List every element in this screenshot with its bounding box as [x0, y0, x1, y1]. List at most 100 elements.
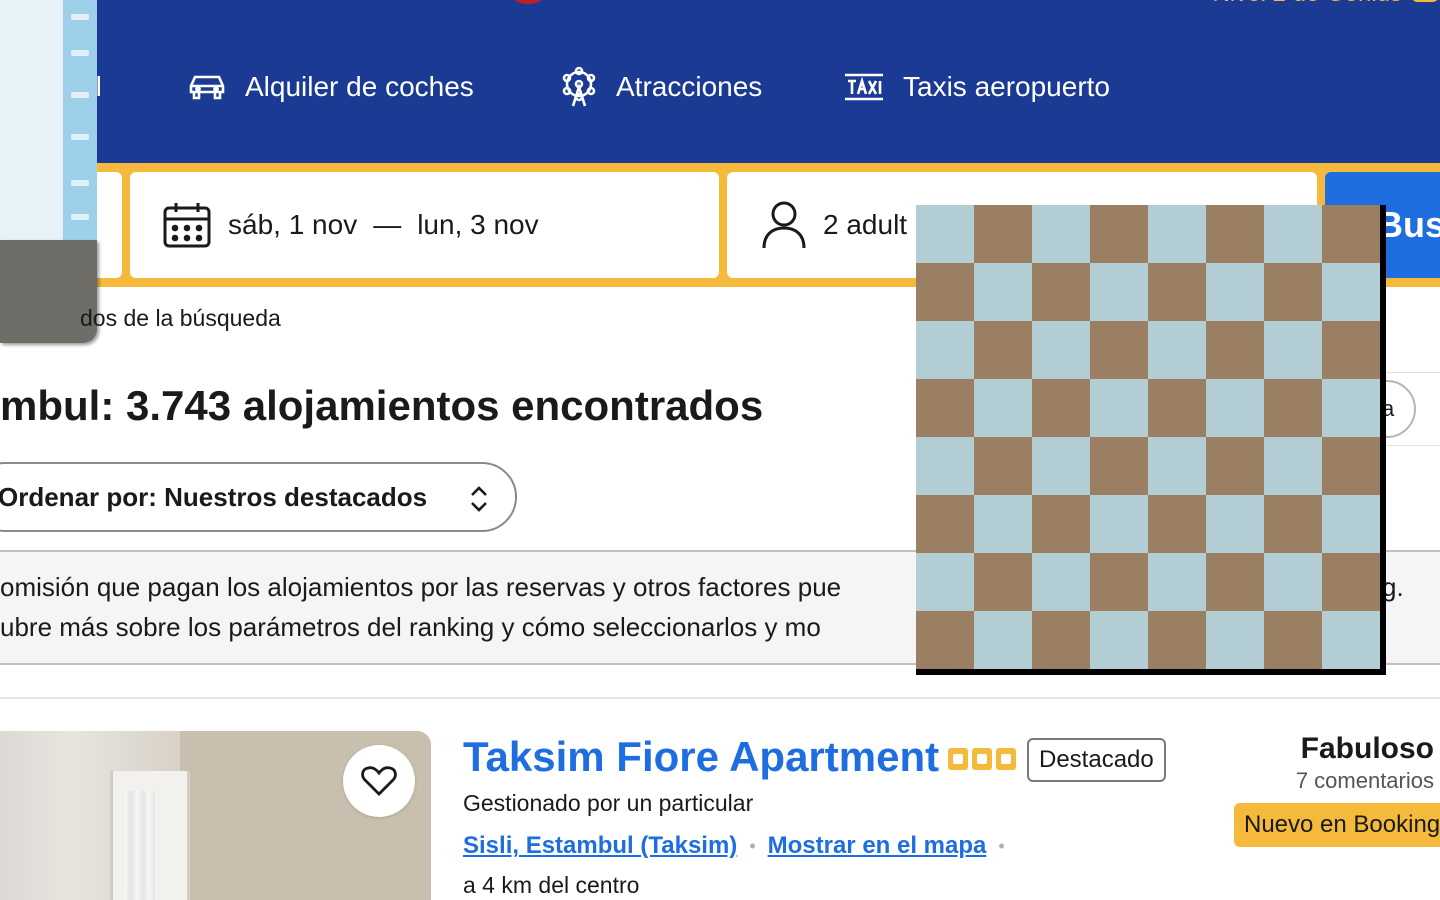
checker-cell	[1206, 495, 1264, 553]
checker-cell	[1090, 321, 1148, 379]
checker-cell	[1032, 205, 1090, 263]
checker-cell	[1148, 321, 1206, 379]
star-icon	[948, 748, 968, 770]
heart-icon	[361, 766, 397, 796]
property-name[interactable]: Taksim Fiore Apartment	[463, 733, 939, 781]
checker-cell	[1322, 205, 1380, 263]
location-links: Sisli, Estambul (Taksim) • Mostrar en el…	[463, 832, 1017, 860]
checker-cell	[1322, 611, 1380, 669]
review-score-word[interactable]: Fabuloso	[1301, 732, 1434, 766]
genius-level-label[interactable]: Nivel 2 de Genius	[1213, 0, 1402, 8]
checker-cell	[1090, 553, 1148, 611]
tab-airport-taxis[interactable]: Taxis aeropuerto	[843, 62, 1110, 112]
search-button-label: Bus	[1377, 204, 1440, 245]
tab-attractions[interactable]: Atracciones	[560, 62, 762, 112]
checker-cell	[1264, 321, 1322, 379]
page-title: mbul: 3.743 alojamientos encontrados	[0, 382, 764, 429]
taxi-icon	[845, 73, 883, 101]
review-count[interactable]: 7 comentarios	[1296, 768, 1434, 794]
tab-car-rental-label: Alquiler de coches	[245, 71, 474, 102]
site-header: Nivel 2 de Genius + el Alquiler de coche…	[0, 0, 1440, 163]
divider	[0, 697, 1440, 699]
checker-cell	[1148, 553, 1206, 611]
checker-cell	[1322, 553, 1380, 611]
checker-cell	[1148, 263, 1206, 321]
checker-cell	[1322, 437, 1380, 495]
checker-cell	[916, 263, 974, 321]
ranking-notice-line-1: omisión que pagan los alojamientos por l…	[0, 572, 842, 602]
genius-plus-badge: +	[1410, 0, 1440, 2]
date-picker-field[interactable]: sáb, 1 nov — lun, 3 nov	[130, 172, 719, 278]
checker-cell	[1032, 263, 1090, 321]
checker-cell	[1148, 611, 1206, 669]
checker-cell	[1206, 321, 1264, 379]
checker-cell	[1148, 379, 1206, 437]
tab-airport-taxis-label: Taxis aeropuerto	[903, 71, 1111, 102]
checker-cell	[974, 205, 1032, 263]
new-on-booking-badge: Nuevo en Booking	[1234, 803, 1440, 847]
featured-badge: Destacado	[1027, 738, 1166, 782]
save-to-favorites-button[interactable]	[343, 745, 415, 817]
side-app-sidebar	[63, 0, 97, 240]
checker-cell	[974, 263, 1032, 321]
sort-dropdown-label: Ordenar por: Nuestros destacados	[0, 481, 428, 512]
star-rating	[948, 748, 1016, 770]
guests-summary: 2 adult	[823, 209, 908, 240]
sort-chevron-icon	[471, 486, 487, 512]
separator-dot: •	[998, 835, 1005, 856]
checkerboard-overlay	[916, 205, 1386, 675]
sort-dropdown[interactable]: Ordenar por: Nuestros destacados	[0, 462, 517, 532]
checker-cell	[1148, 205, 1206, 263]
checker-cell	[974, 611, 1032, 669]
checker-cell	[1090, 263, 1148, 321]
checker-cell	[1322, 321, 1380, 379]
notification-dot	[508, 0, 548, 4]
distance-label: a 4 km del centro	[463, 872, 640, 898]
checker-cell	[1090, 437, 1148, 495]
checker-cell	[1090, 379, 1148, 437]
checker-cell	[1206, 437, 1264, 495]
show-on-map-link[interactable]: Mostrar en el mapa	[768, 832, 987, 860]
date-separator: —	[373, 209, 402, 240]
checker-cell	[1322, 263, 1380, 321]
tab-car-rental[interactable]: Alquiler de coches	[187, 62, 474, 112]
checker-cell	[1090, 495, 1148, 553]
genius-level-area[interactable]: Nivel 2 de Genius +	[1100, 0, 1440, 16]
checker-cell	[916, 611, 974, 669]
breadcrumb[interactable]: dos de la búsqueda	[80, 305, 281, 332]
checker-cell	[1206, 205, 1264, 263]
checker-cell	[1032, 437, 1090, 495]
checker-cell	[1090, 611, 1148, 669]
separator-dot: •	[749, 835, 756, 856]
checker-cell	[1148, 437, 1206, 495]
checker-cell	[1264, 553, 1322, 611]
checker-cell	[1264, 437, 1322, 495]
checker-cell	[1148, 495, 1206, 553]
checker-cell	[974, 495, 1032, 553]
managed-by-label: Gestionado por un particular	[463, 790, 754, 816]
checker-cell	[1206, 379, 1264, 437]
ranking-notice-line-2: ubre más sobre los parámetros del rankin…	[0, 612, 821, 642]
checker-cell	[974, 379, 1032, 437]
checker-cell	[1264, 263, 1322, 321]
location-link[interactable]: Sisli, Estambul (Taksim)	[463, 832, 737, 860]
ferris-wheel-icon	[562, 66, 596, 107]
checker-cell	[1032, 495, 1090, 553]
checker-cell	[916, 205, 974, 263]
checker-cell	[1032, 553, 1090, 611]
star-icon	[996, 748, 1016, 770]
checker-cell	[916, 553, 974, 611]
checker-cell	[1322, 379, 1380, 437]
checker-cell	[916, 495, 974, 553]
side-app-thumbnail[interactable]	[0, 0, 97, 343]
calendar-icon	[163, 203, 211, 248]
checker-cell	[916, 379, 974, 437]
checker-cell	[1206, 263, 1264, 321]
checker-cell	[1264, 205, 1322, 263]
checker-cell	[1032, 379, 1090, 437]
person-icon	[762, 201, 806, 249]
booking-results-page: Nivel 2 de Genius + el Alquiler de coche…	[0, 0, 1440, 900]
checker-cell	[974, 437, 1032, 495]
star-icon	[972, 748, 992, 770]
checker-cell	[1264, 495, 1322, 553]
